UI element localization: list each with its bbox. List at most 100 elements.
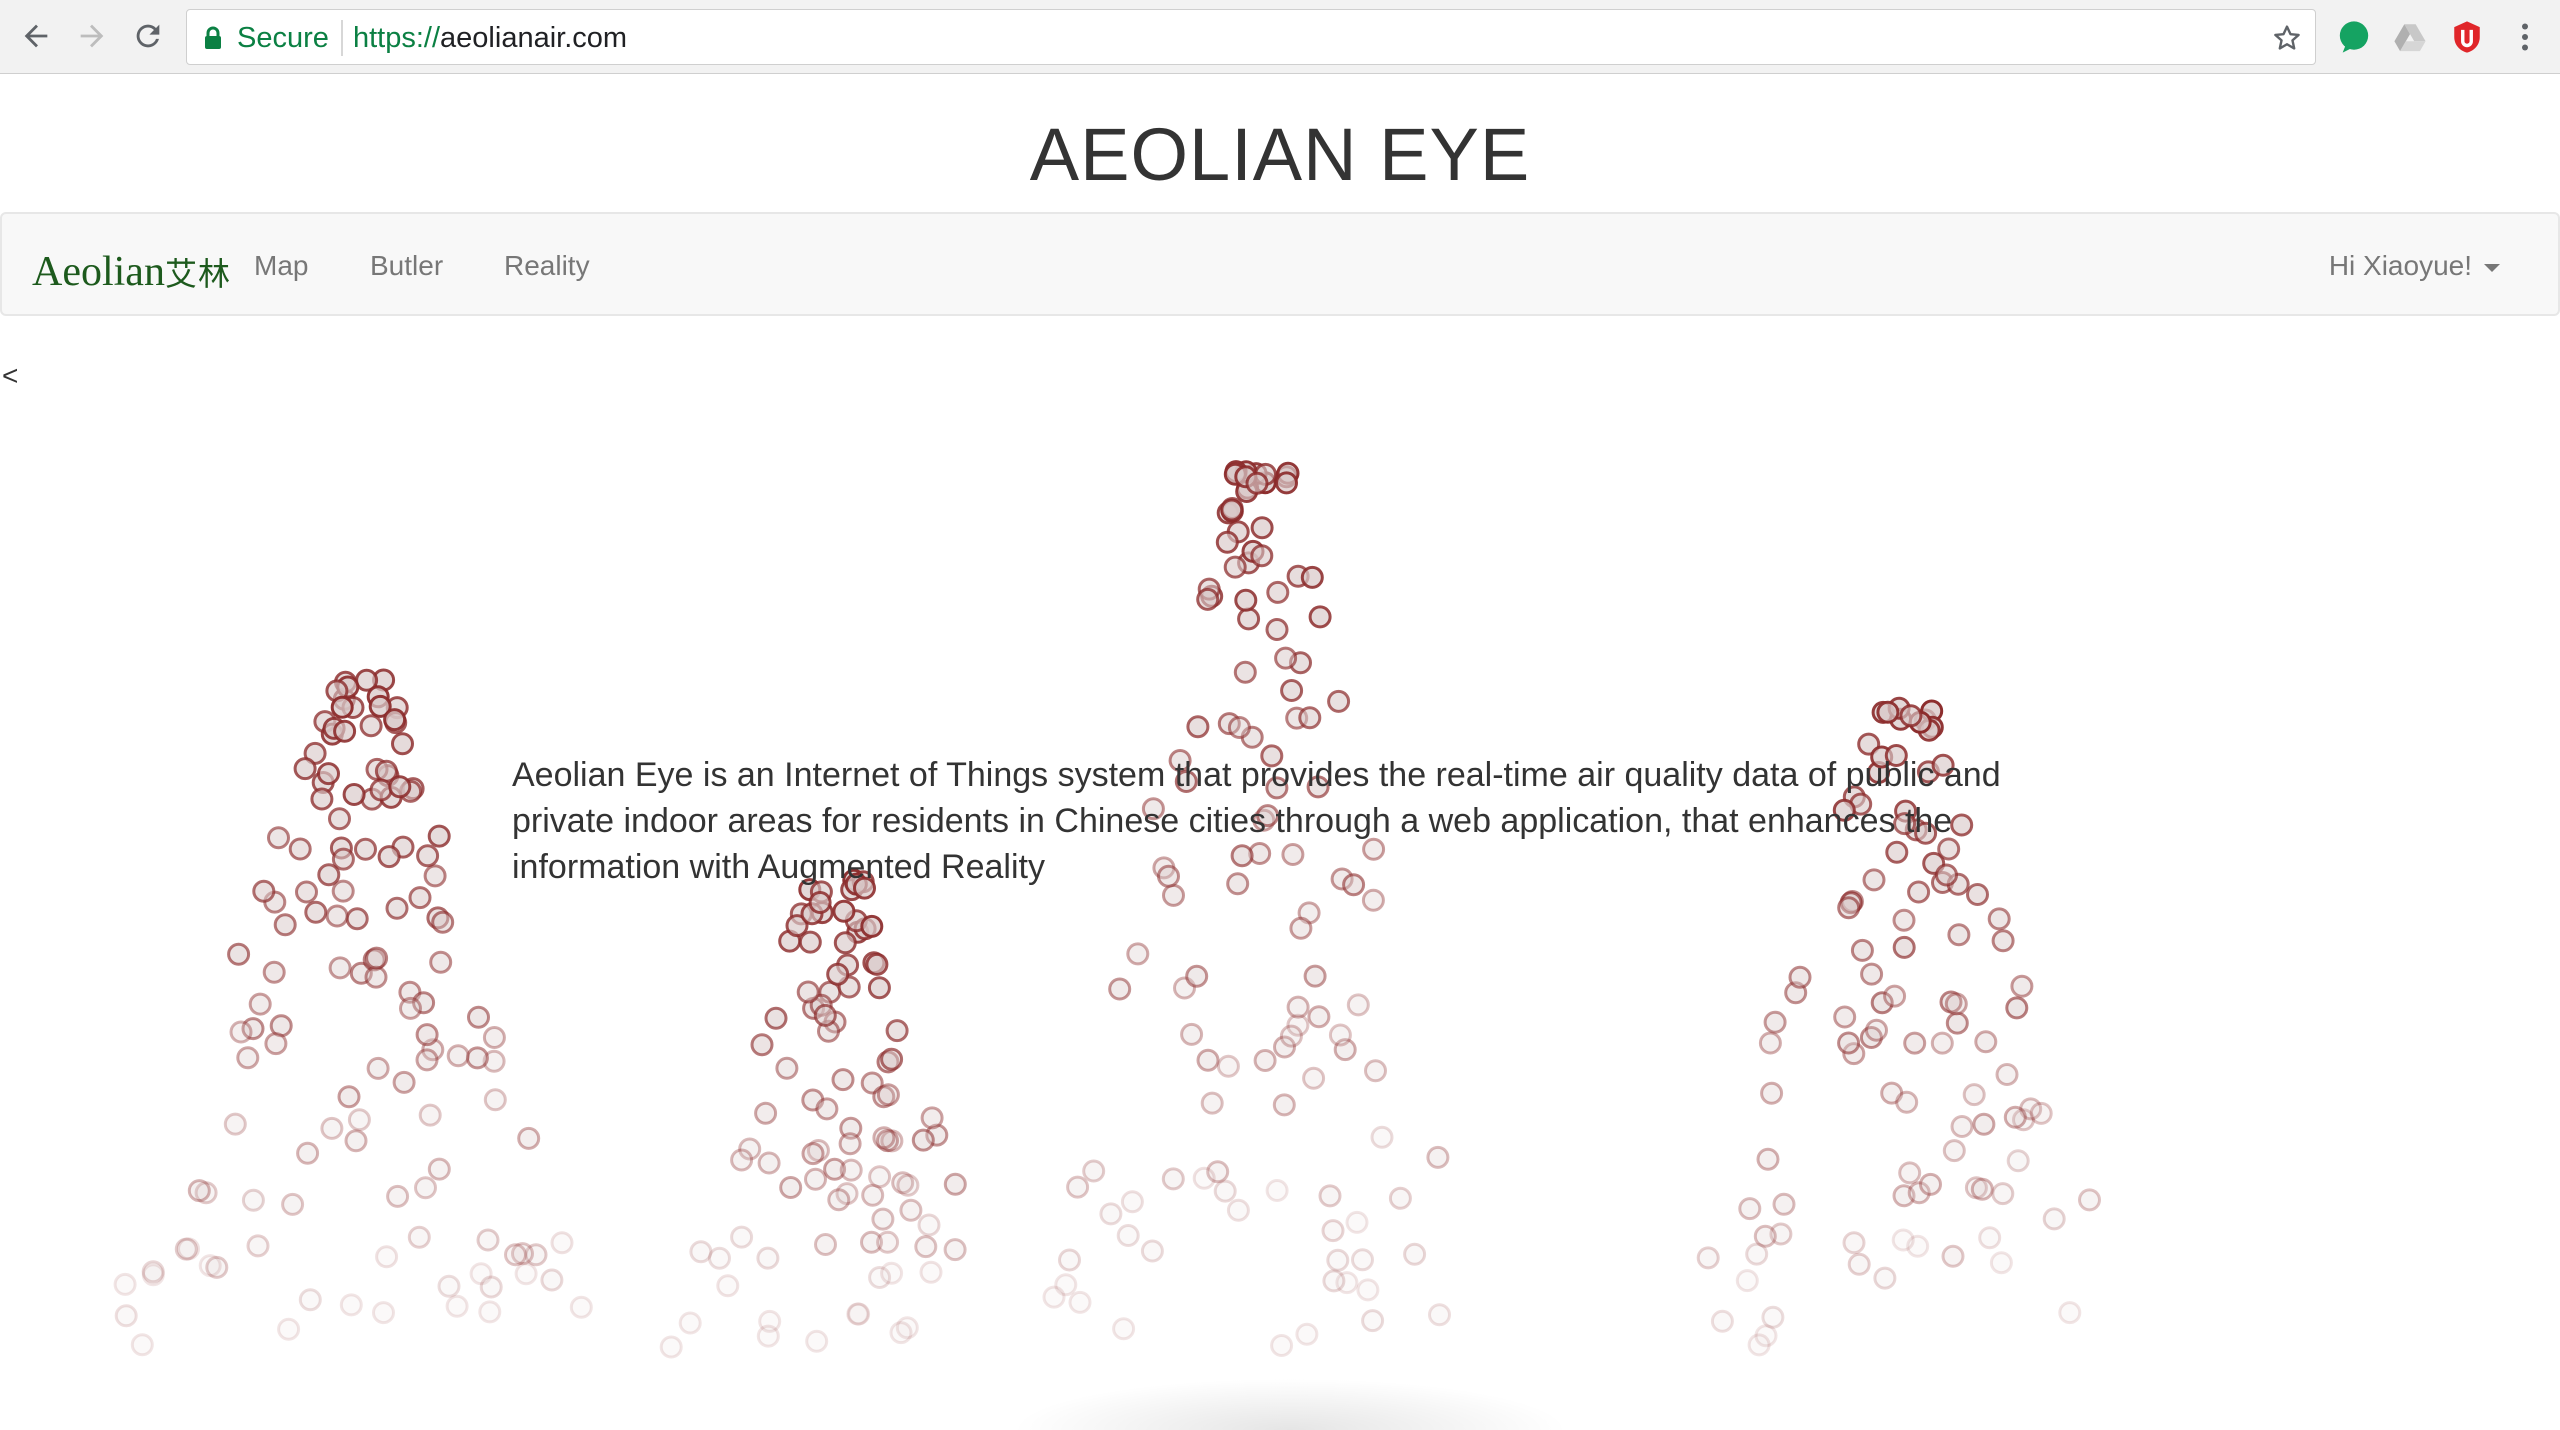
star-icon[interactable] <box>2271 22 2303 54</box>
air-particle <box>1265 618 1289 641</box>
green-extension-icon[interactable] <box>2337 20 2371 54</box>
air-particle <box>880 1047 904 1071</box>
air-particle <box>2029 1101 2053 1125</box>
air-particle <box>517 1126 541 1150</box>
air-particle <box>429 950 453 974</box>
air-particle <box>1747 1333 1771 1357</box>
air-particle <box>1161 1167 1185 1191</box>
shield-extension-icon[interactable] <box>2450 20 2484 54</box>
air-particle <box>1837 1031 1861 1055</box>
air-particle <box>1192 1166 1216 1190</box>
back-arrow-icon[interactable] <box>10 10 62 62</box>
air-particle <box>1865 1018 1888 1042</box>
url-text[interactable]: https://aeolianair.com <box>353 22 627 55</box>
air-particle <box>1216 1054 1240 1078</box>
air-particle <box>236 1046 260 1070</box>
air-particle <box>1308 605 1332 629</box>
air-particle <box>2078 1188 2101 1212</box>
air-particle <box>1772 1192 1796 1216</box>
air-particle <box>1351 1248 1374 1272</box>
air-particle <box>514 1262 538 1286</box>
air-particle <box>241 1188 265 1212</box>
air-particle <box>1738 1197 1762 1221</box>
air-particle <box>1989 1251 2013 1275</box>
air-particle <box>659 1335 683 1359</box>
air-particle <box>1735 1269 1759 1293</box>
air-particle <box>899 1198 923 1222</box>
brand-latin: Aeolian <box>32 249 165 295</box>
air-particle <box>1696 1246 1720 1270</box>
air-particle <box>1760 1081 1784 1105</box>
air-particle <box>407 1225 431 1249</box>
air-particle <box>339 1293 363 1317</box>
air-particle <box>113 1272 137 1296</box>
air-particle <box>1186 715 1210 739</box>
air-particle <box>775 1056 799 1080</box>
air-particle <box>333 719 357 743</box>
nav-link-map[interactable]: Map <box>254 250 308 282</box>
brand-logo[interactable]: Aeolian艾林 <box>32 248 231 295</box>
air-particle <box>1428 1303 1451 1327</box>
air-particle <box>304 900 328 924</box>
air-particle <box>1833 1005 1857 1029</box>
air-particle <box>1364 1059 1387 1083</box>
air-particle <box>1883 984 1907 1008</box>
air-particle <box>1758 1031 1782 1055</box>
air-particle <box>1361 1309 1385 1333</box>
air-particle <box>920 1106 944 1130</box>
air-particle <box>366 1056 390 1080</box>
air-particle <box>342 783 366 806</box>
air-particle <box>1326 1248 1350 1272</box>
air-particle <box>1995 1063 2019 1086</box>
air-particle <box>2003 1105 2027 1129</box>
air-particle <box>1280 679 1304 702</box>
address-bar[interactable]: Secure https://aeolianair.com <box>186 9 2316 65</box>
air-particle <box>1850 938 1874 962</box>
air-particle <box>337 1085 361 1109</box>
nav-link-reality[interactable]: Reality <box>504 250 590 282</box>
air-particle <box>248 992 272 1016</box>
drive-icon[interactable] <box>2393 20 2427 54</box>
air-particle <box>328 956 352 980</box>
air-particle <box>1185 964 1209 988</box>
air-particle <box>1345 1210 1369 1234</box>
air-particle <box>1321 1219 1345 1243</box>
air-particle <box>1930 1031 1954 1055</box>
air-particle <box>832 899 856 923</box>
air-particle <box>347 1108 371 1132</box>
air-particle <box>827 1188 851 1212</box>
air-particle <box>801 1142 825 1166</box>
air-particle <box>483 1088 507 1112</box>
reload-icon[interactable] <box>122 10 174 62</box>
air-particle <box>141 1260 165 1284</box>
air-particle <box>1227 716 1251 739</box>
air-particle <box>1837 896 1861 920</box>
air-particle <box>833 931 857 955</box>
air-particle <box>320 1116 344 1140</box>
air-particle <box>798 930 822 954</box>
air-particle <box>1295 1322 1319 1346</box>
air-particle <box>1919 1172 1942 1196</box>
air-particle <box>757 1151 781 1175</box>
air-particle <box>689 1240 713 1264</box>
air-particle <box>1237 607 1261 631</box>
air-particle <box>1745 1242 1769 1266</box>
air-particle <box>1426 1145 1450 1169</box>
forward-arrow-icon[interactable] <box>66 10 118 62</box>
air-particle <box>1403 1242 1427 1266</box>
air-particle <box>414 1176 437 1200</box>
nav-link-butler[interactable]: Butler <box>370 250 443 282</box>
air-particle <box>1266 580 1290 604</box>
air-particle <box>1945 1011 1969 1035</box>
air-particle <box>293 757 317 781</box>
more-menu-icon[interactable] <box>2507 18 2543 56</box>
user-menu-dropdown[interactable]: Hi Xiaoyue! <box>2329 250 2500 282</box>
air-particle <box>871 1207 895 1231</box>
air-particle <box>815 1097 839 1121</box>
air-particle <box>437 1274 461 1298</box>
air-particle <box>540 1268 564 1292</box>
air-particle <box>359 714 383 738</box>
air-particle <box>288 837 312 861</box>
air-particle <box>345 907 369 931</box>
air-particle <box>1116 1224 1140 1247</box>
